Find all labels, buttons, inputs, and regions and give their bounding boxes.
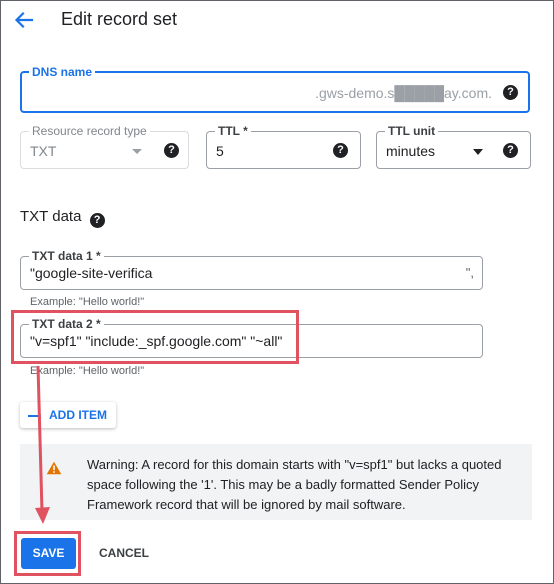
resource-record-type-label: Resource record type [29,124,150,138]
ttl-unit-value: minutes [386,143,436,159]
header: Edit record set [0,0,552,44]
back-button[interactable] [10,6,38,34]
help-icon[interactable]: ? [503,85,518,100]
page-title: Edit record set [61,9,178,29]
txt-data-2-hint: Example: "Hello world!" [30,365,145,377]
dropdown-caret-icon[interactable] [473,149,483,155]
ttl-unit-select[interactable]: TTL unit minutes ? [376,124,531,169]
help-icon[interactable]: ? [89,213,105,228]
cancel-button[interactable]: CANCEL [99,546,149,560]
ttl-value: 5 [216,143,224,159]
ttl-label: TTL * [215,124,251,138]
dns-name-field[interactable]: DNS name .gws-demo.s█████ay.com. ? [20,65,530,113]
ttl-unit-label: TTL unit [385,124,439,138]
help-icon[interactable]: ? [503,143,518,158]
warning-text: Warning: A record for this domain starts… [87,457,502,512]
help-icon[interactable]: ? [333,143,348,158]
help-icon[interactable]: ? [164,143,179,158]
txt-data-2-highlight-box [11,310,299,364]
dns-name-suffix: .gws-demo.s█████ay.com. [315,85,492,101]
dns-name-label: DNS name [29,65,96,79]
dropdown-caret-icon [132,149,142,154]
txt-data-1-label: TXT data 1 * [29,249,104,263]
add-icon [28,415,41,417]
resource-record-type-value: TXT [30,143,57,159]
add-item-label: ADD ITEM [49,408,107,422]
txt-data-1-trailing-text: ", [465,265,474,280]
warning-icon [46,461,62,475]
arrow-back-icon [14,11,34,29]
add-item-button[interactable]: ADD ITEM [20,402,116,428]
ttl-field[interactable]: TTL * 5 ? [206,124,361,169]
txt-data-1-value: "google-site-verifica [30,265,153,281]
txt-data-1-input[interactable]: TXT data 1 * "google-site-verifica ", [20,249,483,290]
resource-record-type-select: Resource record type TXT ? [20,124,189,169]
txt-data-1-hint: Example: "Hello world!" [30,296,145,308]
txt-data-section-title: TXT data ? [20,208,105,228]
txt-data-title-text: TXT data [20,208,82,225]
save-button-highlight-box [14,531,81,576]
warning-banner: Warning: A record for this domain starts… [20,444,532,520]
